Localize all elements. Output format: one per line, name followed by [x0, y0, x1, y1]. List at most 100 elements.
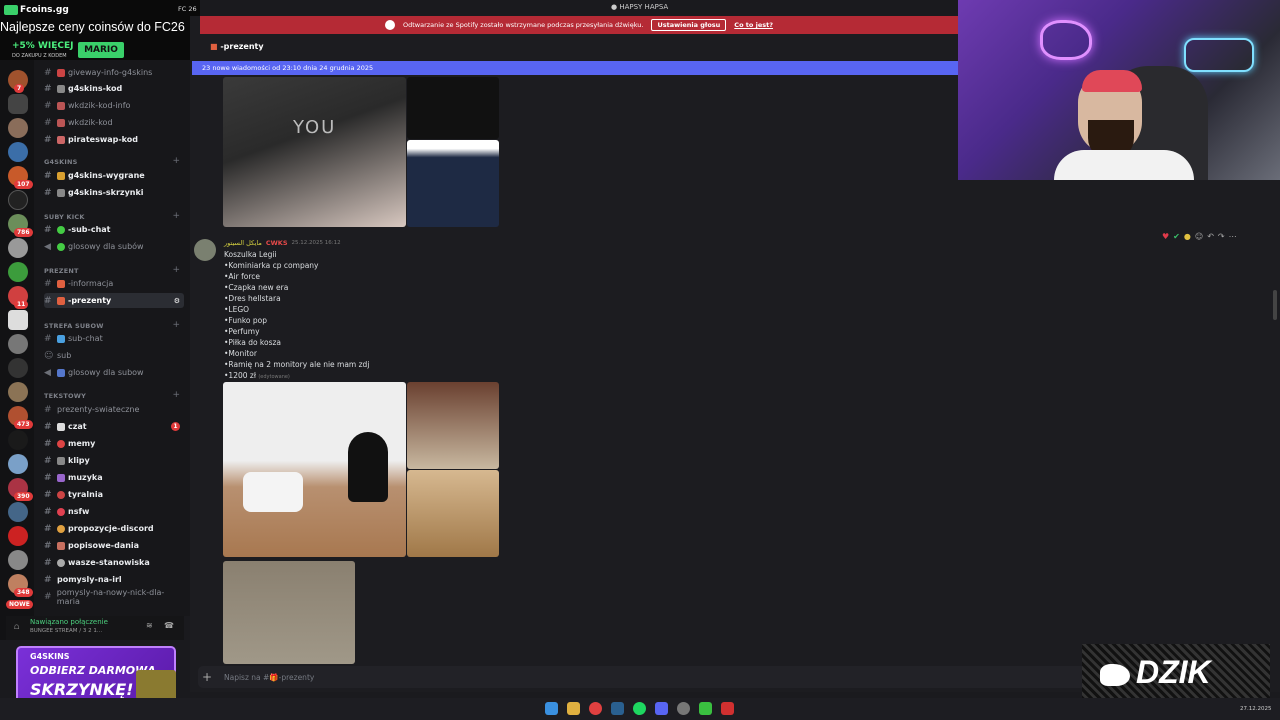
channel-list: # giveway-info-g4skins # g4skins-kod # wkdz…: [34, 60, 190, 616]
channel-item[interactable]: # wkdzik-kod: [44, 115, 184, 130]
category-suby-kick[interactable]: SUBY KICK: [44, 213, 85, 221]
monitor-box-photo[interactable]: [407, 470, 499, 557]
server-icon[interactable]: [8, 430, 28, 450]
settings-icon[interactable]: ⚙: [174, 297, 180, 305]
channel-item[interactable]: # memy: [44, 436, 184, 451]
server-icon[interactable]: [8, 94, 28, 114]
category-strefa-subow[interactable]: STREFA SUBOW: [44, 322, 104, 330]
channel-item[interactable]: # popisowe-dania: [44, 538, 184, 553]
disconnect-icon[interactable]: ☎: [164, 621, 174, 630]
emoji-reaction-icon[interactable]: ●: [1184, 232, 1191, 241]
channel-item[interactable]: # g4skins-skrzynki: [44, 185, 184, 200]
check-reaction-icon[interactable]: ✔: [1173, 232, 1180, 241]
channel-item[interactable]: # g4skins-kod: [44, 81, 184, 96]
channel-item[interactable]: # pomysly-na-irl: [44, 572, 184, 587]
channel-item[interactable]: # tyralnia: [44, 487, 184, 502]
server-icon[interactable]: [8, 310, 28, 330]
perfume-photo[interactable]: YOU: [223, 77, 406, 227]
webcam-overlay: [958, 0, 1280, 180]
kick-icon[interactable]: [699, 702, 712, 715]
message-author[interactable]: مايكل السيتور: [224, 239, 262, 247]
spotify-icon[interactable]: [633, 702, 646, 715]
server-icon[interactable]: [8, 142, 28, 162]
channel-item[interactable]: # pirateswap-kod: [44, 132, 184, 147]
window-title: ● HAPSY HAPSA: [611, 3, 668, 11]
new-messages-bar[interactable]: 23 nowe wiadomości od 23:10 dnia 24 grud…: [192, 61, 958, 75]
hash-icon: #: [44, 295, 52, 306]
channel-item[interactable]: # wasze-stanowiska: [44, 555, 184, 570]
tshirt-photo[interactable]: [407, 140, 499, 227]
shield-icon[interactable]: [721, 702, 734, 715]
voice-channel-item[interactable]: ◀ glosowy dla subów: [44, 239, 184, 254]
channel-item[interactable]: # muzyka: [44, 470, 184, 485]
server-icon[interactable]: [8, 334, 28, 354]
server-icon[interactable]: [8, 190, 28, 210]
server-icon[interactable]: [8, 502, 28, 522]
message-toolbar: ♥ ✔ ● ☺ ↶ ↷ ⋯: [1162, 232, 1237, 241]
reply-icon[interactable]: ↶: [1207, 232, 1214, 241]
jersey-photo[interactable]: [223, 382, 406, 557]
steam-icon[interactable]: [611, 702, 624, 715]
voice-channel-item[interactable]: ◀ glosowy dla subow: [44, 365, 184, 380]
channel-item[interactable]: # -informacja: [44, 276, 184, 291]
channel-item[interactable]: # -sub-chat: [44, 222, 184, 237]
lego-funko-photo[interactable]: [407, 382, 499, 469]
category-prezent[interactable]: PREZENT: [44, 267, 79, 275]
heart-reaction-icon[interactable]: ♥: [1162, 232, 1169, 241]
noise-suppression-icon[interactable]: ≋: [146, 621, 153, 630]
server-icon[interactable]: [8, 118, 28, 138]
channel-item[interactable]: ☺ sub: [44, 348, 184, 363]
message-line: •Piłka do kosza: [224, 338, 282, 347]
channel-item[interactable]: # pomysly-na-nowy-nick-dla-maria: [44, 588, 184, 606]
scrollbar-thumb[interactable]: [1273, 290, 1277, 320]
server-icon[interactable]: [8, 238, 28, 258]
message-line: •Perfumy: [224, 327, 260, 336]
category-tekstowy[interactable]: TEKSTOWY: [44, 392, 86, 400]
app-icon[interactable]: [677, 702, 690, 715]
server-icon[interactable]: [8, 550, 28, 570]
server-icon[interactable]: [8, 526, 28, 546]
channel-item-selected[interactable]: # -prezenty ⚙: [44, 293, 184, 308]
dzik-logo-text: DZIK: [1136, 654, 1211, 690]
what-is-this-link[interactable]: Co to jest?: [734, 21, 773, 29]
channel-item[interactable]: # nsfw: [44, 504, 184, 519]
add-channel-icon[interactable]: +: [172, 156, 180, 166]
add-reaction-icon[interactable]: ☺: [1195, 232, 1203, 241]
server-icon[interactable]: [8, 454, 28, 474]
category-g4skins[interactable]: G4SKINS: [44, 158, 78, 166]
add-channel-icon[interactable]: +: [172, 265, 180, 275]
file-explorer-icon[interactable]: [567, 702, 580, 715]
tracksuit-photo[interactable]: [223, 561, 355, 664]
more-icon[interactable]: ⋯: [1229, 232, 1237, 241]
channel-item[interactable]: # wkdzik-kod-info: [44, 98, 184, 113]
server-icon[interactable]: [8, 382, 28, 402]
tshirt-photo[interactable]: [407, 77, 499, 139]
forward-icon[interactable]: ↷: [1218, 232, 1225, 241]
channel-item[interactable]: # sub-chat: [44, 331, 184, 346]
message-input-placeholder: Napisz na #🎁-prezenty: [224, 672, 315, 682]
hash-icon: #: [44, 83, 52, 94]
channel-item[interactable]: # propozycje-discord: [44, 521, 184, 536]
channel-item[interactable]: # czat 1: [44, 419, 184, 434]
message-timestamp: 25.12.2025 16:12: [291, 240, 341, 246]
add-channel-icon[interactable]: +: [172, 211, 180, 221]
server-badge: 107: [14, 180, 33, 189]
avatar[interactable]: [194, 239, 216, 261]
message-line: •LEGO: [224, 305, 250, 314]
add-attachment-icon[interactable]: +: [202, 670, 212, 684]
channel-item[interactable]: # klipy: [44, 453, 184, 468]
channel-label: popisowe-dania: [68, 541, 140, 550]
channel-item[interactable]: # prezenty-swiateczne: [44, 402, 184, 417]
fcoins-brand: Fcoins.gg: [20, 5, 69, 15]
channel-label: propozycje-discord: [68, 524, 154, 533]
add-channel-icon[interactable]: +: [172, 390, 180, 400]
server-icon[interactable]: [8, 262, 28, 282]
voice-settings-button[interactable]: Ustawienia głosu: [651, 19, 727, 31]
channel-item[interactable]: # g4skins-wygrane: [44, 168, 184, 183]
add-channel-icon[interactable]: +: [172, 320, 180, 330]
channel-item[interactable]: # giveway-info-g4skins: [44, 65, 184, 80]
server-icon[interactable]: [8, 358, 28, 378]
discord-icon[interactable]: [655, 702, 668, 715]
windows-start-icon[interactable]: [545, 702, 558, 715]
chrome-icon[interactable]: [589, 702, 602, 715]
